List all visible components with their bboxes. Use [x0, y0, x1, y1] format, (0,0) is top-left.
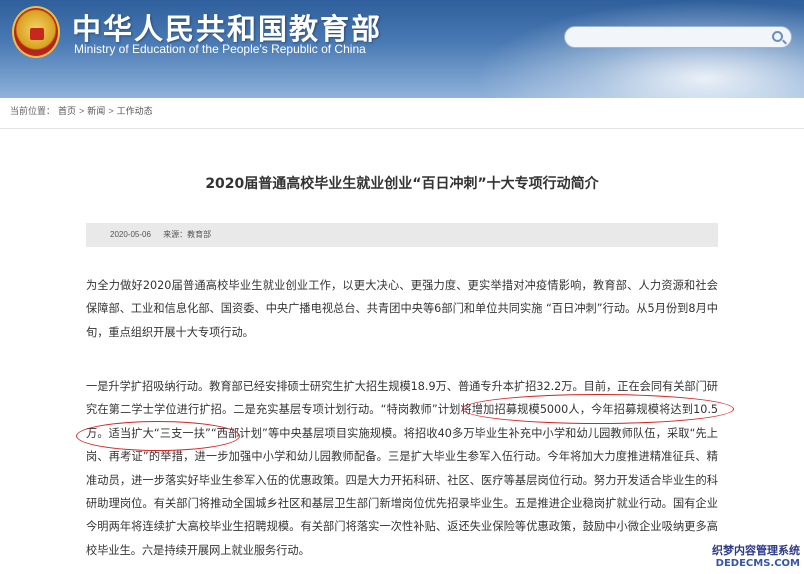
- header-glow: [474, 0, 804, 98]
- article-date: 2020-05-06: [110, 230, 151, 239]
- search-input[interactable]: [564, 26, 792, 48]
- site-subtitle: Ministry of Education of the People's Re…: [74, 42, 366, 56]
- article-meta: 2020-05-06 来源：教育部: [86, 223, 718, 247]
- breadcrumb: 当前位置： 首页 > 新闻 > 工作动态: [10, 104, 156, 120]
- article-title: 2020届普通高校毕业生就业创业“百日冲刺”十大专项行动简介: [205, 176, 599, 192]
- breadcrumb-work-news[interactable]: 工作动态: [117, 106, 153, 116]
- breadcrumb-separator: >: [108, 106, 114, 116]
- highlight-oval: [462, 394, 734, 424]
- breadcrumb-news[interactable]: 新闻: [87, 106, 105, 116]
- article-content: 2020届普通高校毕业生就业创业“百日冲刺”十大专项行动简介 2020-05-0…: [0, 128, 804, 574]
- breadcrumb-separator: >: [79, 106, 85, 116]
- watermark-line-1: 织梦内容管理系统: [712, 544, 800, 557]
- search-icon[interactable]: [772, 31, 783, 42]
- breadcrumb-prefix: 当前位置：: [10, 106, 56, 116]
- article-source: 来源：教育部: [163, 230, 212, 239]
- breadcrumb-home[interactable]: 首页: [58, 106, 76, 116]
- watermark: 织梦内容管理系统 DEDECMS.COM: [712, 544, 800, 570]
- watermark-line-2: DEDECMS.COM: [715, 558, 800, 569]
- site-header: 中华人民共和国教育部 Ministry of Education of the …: [0, 0, 804, 98]
- article-paragraph-1: 为全力做好2020届普通高校毕业生就业创业工作，以更大决心、更强力度、更实举措对…: [86, 279, 718, 339]
- highlight-oval: [76, 421, 240, 451]
- national-emblem-icon[interactable]: [12, 6, 60, 58]
